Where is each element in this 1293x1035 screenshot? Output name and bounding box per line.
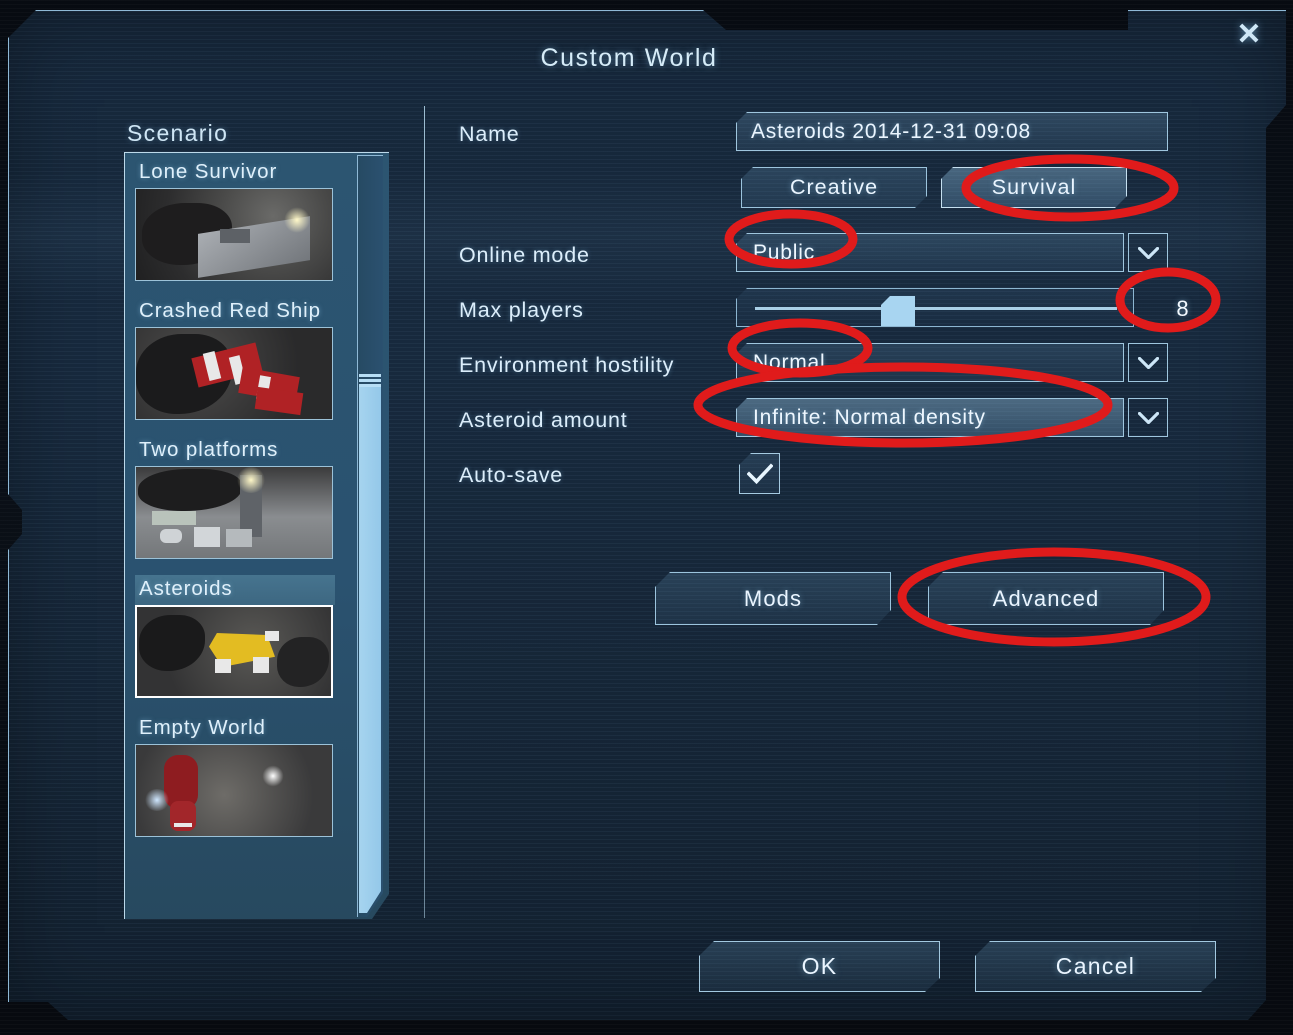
- online-mode-value[interactable]: Public: [736, 233, 1124, 272]
- auto-save-checkbox[interactable]: [739, 453, 780, 494]
- scenario-thumbnail: [135, 744, 333, 837]
- list-item[interactable]: Two platforms: [135, 436, 335, 559]
- chevron-down-icon[interactable]: [1128, 233, 1168, 272]
- close-icon[interactable]: ✕: [1228, 14, 1270, 56]
- row-name: Name Asteroids 2014-12-31 09:08: [459, 112, 1189, 167]
- row-game-mode: Creative Survival: [459, 167, 1189, 233]
- name-label: Name: [459, 122, 520, 146]
- scenario-thumbnail: [135, 327, 333, 420]
- scenario-heading: Scenario: [127, 120, 229, 146]
- row-auto-save: Auto-save: [459, 453, 1189, 508]
- asteroid-amount-select[interactable]: Infinite: Normal density: [736, 398, 1168, 437]
- scenario-list[interactable]: Lone Survivor Crashed Red Ship Two platf…: [131, 158, 353, 914]
- screen: Custom World ✕ Scenario Lone Survivor Cr…: [0, 0, 1293, 1035]
- ok-button[interactable]: OK: [699, 941, 940, 992]
- environment-hostility-label: Environment hostility: [459, 353, 675, 377]
- dialog-title: Custom World: [540, 44, 718, 72]
- world-settings-form: Name Asteroids 2014-12-31 09:08 Creative…: [459, 112, 1189, 508]
- online-mode-label: Online mode: [459, 243, 590, 267]
- slider-thumb[interactable]: [881, 296, 915, 326]
- advanced-button[interactable]: Advanced: [928, 572, 1164, 625]
- scenario-thumbnail: [135, 466, 333, 559]
- mods-button[interactable]: Mods: [655, 572, 891, 625]
- row-online-mode: Online mode Public: [459, 233, 1189, 288]
- scenario-scrollbar-thumb[interactable]: [359, 385, 381, 913]
- scenario-label: Two platforms: [139, 438, 279, 461]
- row-environment-hostility: Environment hostility Normal: [459, 343, 1189, 398]
- row-max-players: Max players 8: [459, 288, 1189, 343]
- list-item[interactable]: Empty World: [135, 714, 335, 837]
- asteroid-amount-label: Asteroid amount: [459, 408, 628, 432]
- chevron-down-icon[interactable]: [1128, 343, 1168, 382]
- survival-mode-button[interactable]: Survival: [941, 167, 1127, 208]
- scenario-thumbnail: [135, 605, 333, 698]
- scenario-label: Asteroids: [135, 575, 335, 605]
- online-mode-select[interactable]: Public: [736, 233, 1168, 272]
- creative-mode-button[interactable]: Creative: [741, 167, 927, 208]
- auto-save-label: Auto-save: [459, 463, 564, 487]
- scrollbar-grip-icon: [359, 374, 381, 388]
- scenario-label: Lone Survivor: [139, 160, 278, 183]
- max-players-label: Max players: [459, 298, 584, 322]
- checkmark-icon: [746, 462, 773, 485]
- column-divider: [424, 106, 425, 918]
- scenario-label: Crashed Red Ship: [139, 299, 321, 322]
- scenario-label: Empty World: [139, 716, 266, 739]
- environment-hostility-select[interactable]: Normal: [736, 343, 1168, 382]
- list-item[interactable]: Crashed Red Ship: [135, 297, 335, 420]
- environment-hostility-value[interactable]: Normal: [736, 343, 1124, 382]
- scenario-thumbnail: [135, 188, 333, 281]
- cancel-button[interactable]: Cancel: [975, 941, 1216, 992]
- max-players-value: 8: [1176, 296, 1190, 321]
- max-players-slider[interactable]: [736, 288, 1134, 327]
- asteroid-amount-value[interactable]: Infinite: Normal density: [736, 398, 1124, 437]
- name-input[interactable]: Asteroids 2014-12-31 09:08: [736, 112, 1168, 151]
- list-item[interactable]: Lone Survivor: [135, 158, 335, 281]
- list-item[interactable]: Asteroids: [135, 575, 335, 698]
- chevron-down-icon[interactable]: [1128, 398, 1168, 437]
- row-asteroid-amount: Asteroid amount Infinite: Normal density: [459, 398, 1189, 453]
- slider-track: [755, 307, 1117, 310]
